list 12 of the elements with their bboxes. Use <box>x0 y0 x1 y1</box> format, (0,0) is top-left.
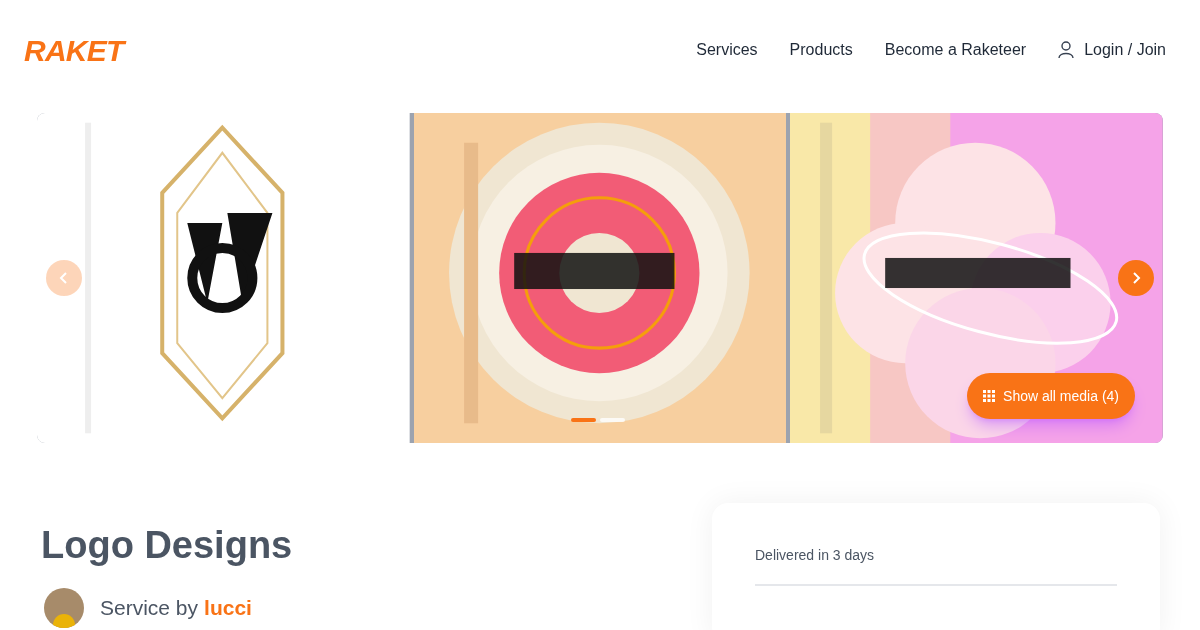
service-by-label: Service by <box>100 595 199 622</box>
slide-indicator[interactable] <box>571 418 596 422</box>
nav-link[interactable]: Products <box>789 38 853 62</box>
grid-icon <box>983 390 996 402</box>
nav-link[interactable]: Services <box>696 38 758 62</box>
avatar <box>44 588 84 628</box>
nav-link[interactable]: Become a Raketeer <box>884 38 1027 62</box>
service-title: Logo Designs <box>41 523 294 568</box>
slide-indicator[interactable] <box>600 418 625 422</box>
delivery-time: Delivered in 3 days <box>755 545 1117 586</box>
user-icon <box>1058 41 1075 59</box>
login-link[interactable]: Login / Join <box>1058 38 1166 62</box>
